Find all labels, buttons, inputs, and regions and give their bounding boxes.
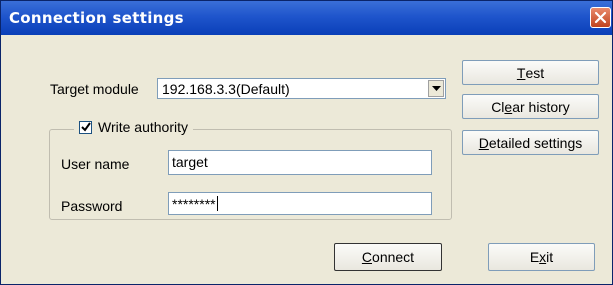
write-authority-legend: Write authority [74, 119, 193, 135]
password-label: Password [61, 198, 123, 214]
dialog-body: Target module 192.168.3.3(Default) Write… [5, 36, 608, 280]
exit-label-rest: it [546, 249, 554, 265]
exit-label-pre: E [529, 249, 540, 265]
connect-label-rest: onnect [372, 249, 415, 265]
close-icon [594, 11, 607, 24]
title-bar[interactable]: Connection settings [1, 1, 612, 35]
clear-history-label-pre: Cl [491, 98, 505, 115]
connect-button[interactable]: Connect [334, 243, 442, 271]
connect-mnemonic: C [361, 249, 373, 265]
text-caret [216, 196, 218, 211]
test-button[interactable]: Test [462, 60, 599, 85]
target-module-value: 192.168.3.3(Default) [162, 81, 290, 97]
checkmark-icon [81, 121, 91, 132]
connection-settings-dialog: Connection settings Target module 192.16… [0, 0, 613, 285]
test-mnemonic: T [516, 64, 526, 81]
exit-button[interactable]: Ex it [488, 243, 595, 271]
chevron-down-icon [432, 86, 441, 91]
dropdown-arrow-button[interactable] [428, 80, 444, 97]
target-module-dropdown[interactable]: 192.168.3.3(Default) [157, 78, 446, 99]
detailed-settings-button[interactable]: Detailed settings [462, 130, 599, 155]
detailed-settings-label-rest: etailed settings [488, 134, 583, 151]
password-value: ******** [172, 196, 216, 212]
clear-history-button[interactable]: Cl e ar history [462, 94, 599, 119]
clear-history-mnemonic: e [504, 98, 513, 115]
target-module-label: Target module [50, 81, 139, 97]
window-title: Connection settings [9, 9, 184, 27]
write-authority-label: Write authority [98, 119, 188, 135]
clear-history-label-rest: ar history [512, 98, 570, 115]
test-label-rest: est [525, 64, 545, 81]
write-authority-checkbox[interactable] [79, 120, 92, 134]
user-name-label: User name [61, 156, 130, 172]
exit-mnemonic: x [539, 249, 547, 265]
user-name-input[interactable]: target [168, 150, 432, 175]
detailed-settings-mnemonic: D [478, 134, 489, 151]
password-input[interactable]: ******** [168, 192, 432, 215]
user-name-value: target [172, 154, 208, 170]
close-button[interactable] [590, 7, 611, 28]
